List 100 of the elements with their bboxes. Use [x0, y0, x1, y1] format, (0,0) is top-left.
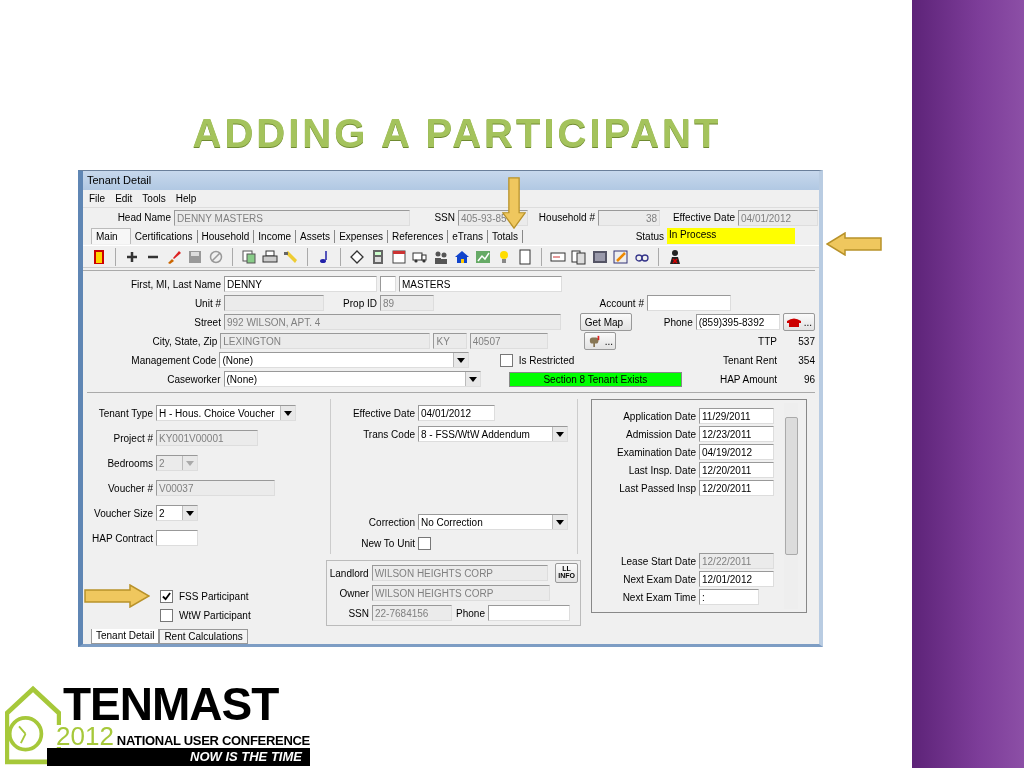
checkbox[interactable]: [160, 590, 173, 603]
amount-value: 96: [802, 373, 815, 385]
checkbox[interactable]: [499, 353, 513, 367]
field-label: First, MI, Last Name: [130, 278, 221, 290]
tab[interactable]: Assets: [296, 229, 336, 243]
documents-icon[interactable]: [571, 248, 587, 265]
field-label: Landlord: [329, 567, 369, 579]
dropdown[interactable]: 2: [156, 505, 198, 521]
checkbox[interactable]: [160, 609, 173, 622]
edit-icon[interactable]: [613, 248, 629, 265]
text-field[interactable]: DENNY: [224, 276, 377, 292]
tab[interactable]: Main: [91, 228, 131, 245]
calculator-icon[interactable]: [370, 248, 386, 265]
text-field[interactable]: 12/01/2012: [699, 571, 774, 587]
dropdown[interactable]: 8 - FSS/WtW Addendum: [418, 426, 568, 442]
pointer-arrow: [826, 232, 882, 256]
cancel-icon[interactable]: [208, 248, 224, 265]
logo-year: 2012: [55, 725, 115, 747]
field-label: Household #: [538, 212, 595, 224]
text-field[interactable]: 12/20/2011: [699, 462, 774, 478]
picture-frame-icon[interactable]: [592, 248, 608, 265]
tab[interactable]: Expenses: [335, 229, 389, 243]
field-label: Tenant Type: [97, 407, 153, 419]
field-label: Owner: [338, 587, 369, 599]
printer-icon[interactable]: [262, 248, 278, 265]
text-field[interactable]: [380, 276, 396, 292]
field-label: New To Unit: [360, 537, 415, 549]
get-map-button[interactable]: Get Map: [579, 313, 632, 331]
calendar-icon[interactable]: [391, 248, 407, 265]
text-field[interactable]: [156, 530, 198, 546]
logo-tagline: NOW IS THE TIME: [47, 748, 310, 766]
tab[interactable]: Rent Calculations: [159, 629, 248, 644]
text-field[interactable]: (859)395-8392: [695, 314, 780, 330]
status-field: In Process: [667, 228, 795, 245]
tab[interactable]: Household: [197, 229, 255, 243]
amount-value: 354: [797, 354, 815, 366]
dial-button[interactable]: ...: [782, 313, 815, 331]
field-label: Correction: [367, 516, 415, 528]
copy-icon[interactable]: [241, 248, 257, 265]
field-label: Next Exam Time: [621, 591, 696, 603]
slide-title: ADDING A PARTICIPANT: [191, 110, 723, 157]
dropdown[interactable]: No Correction: [418, 514, 568, 530]
field-label: Lease Start Date: [619, 555, 696, 567]
dropdown[interactable]: (None): [223, 371, 481, 387]
pointer-arrow: [84, 584, 150, 608]
brush-icon[interactable]: [166, 248, 182, 265]
checkbox-label: WtW Participant: [179, 610, 251, 621]
field-label: HAP Contract: [91, 532, 153, 544]
menu-item[interactable]: Tools: [142, 193, 166, 205]
field-label: Caseworker: [166, 373, 221, 385]
document-icon[interactable]: [517, 248, 533, 265]
text-field[interactable]: [488, 605, 570, 621]
tab[interactable]: Tenant Detail: [91, 629, 160, 644]
field-label: Effective Date: [351, 407, 415, 419]
field-label: Last Passed Insp: [618, 482, 696, 494]
text-field[interactable]: :: [699, 589, 759, 605]
menu-item[interactable]: Edit: [115, 193, 133, 205]
diamond-icon[interactable]: [349, 248, 365, 265]
field-label: Voucher #: [106, 482, 153, 494]
exit-door-icon[interactable]: [91, 248, 107, 265]
field-label: Examination Date: [616, 446, 696, 458]
map-button[interactable]: ...: [583, 332, 616, 350]
checkbox-label: FSS Participant: [179, 591, 249, 602]
field-label: Phone: [455, 607, 485, 619]
logo-subtitle: NATIONAL USER CONFERENCE: [116, 733, 310, 748]
text-field[interactable]: 12/23/2011: [699, 426, 774, 442]
text-field[interactable]: [647, 295, 731, 311]
text-field[interactable]: 11/29/2011: [699, 408, 774, 424]
flashlight-icon[interactable]: [283, 248, 299, 265]
telephone-icon: [785, 316, 802, 328]
person-icon[interactable]: [667, 248, 683, 265]
tab[interactable]: Certifications: [130, 229, 198, 243]
field-label: SSN: [434, 212, 455, 224]
status-banner: Section 8 Tenant Exists: [508, 371, 682, 387]
chart-icon[interactable]: [475, 248, 491, 265]
house-icon[interactable]: [454, 248, 470, 265]
field-label: Status: [635, 230, 664, 242]
save-icon[interactable]: [187, 248, 203, 265]
menu-item[interactable]: Help: [175, 193, 197, 205]
checkbox-label: Is Restricted: [518, 354, 575, 366]
field-label: TTP: [757, 335, 777, 347]
tab[interactable]: eTrans: [448, 229, 488, 243]
field-label: Phone: [662, 316, 693, 328]
text-field[interactable]: MASTERS: [399, 276, 562, 292]
window-title: Tenant Detail: [87, 174, 152, 187]
field-label: Last Insp. Date: [627, 464, 696, 476]
field-label: City, State, Zip: [151, 335, 218, 347]
field-label: Unit #: [193, 297, 221, 309]
text-field[interactable]: 04/01/2012: [418, 405, 495, 421]
dropdown[interactable]: H - Hous. Choice Voucher: [156, 405, 296, 421]
field-label: Street: [193, 316, 221, 328]
menu-item[interactable]: File: [89, 193, 106, 205]
dropdown[interactable]: (None): [219, 352, 469, 368]
checkbox[interactable]: [418, 536, 431, 550]
tab[interactable]: References: [388, 229, 449, 243]
text-field[interactable]: 12/20/2011: [699, 480, 774, 496]
text-field[interactable]: 04/19/2012: [699, 444, 774, 460]
field-label: Project #: [112, 432, 153, 444]
field-label: Account #: [598, 297, 644, 309]
tab[interactable]: Income: [254, 229, 297, 243]
